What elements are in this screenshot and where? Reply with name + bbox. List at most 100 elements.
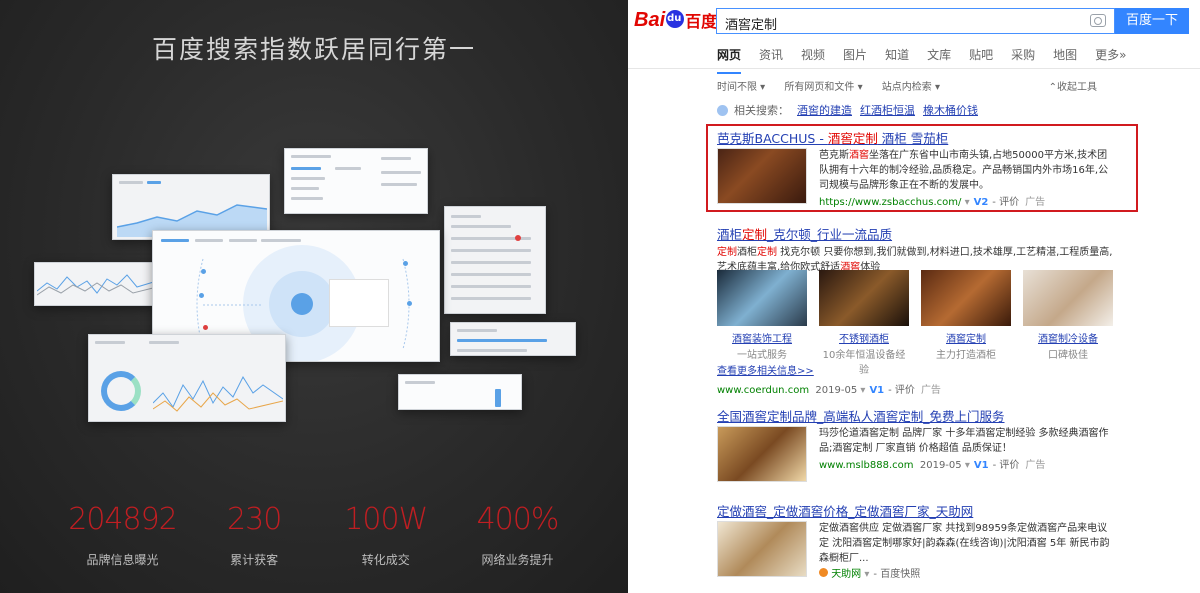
tabs-divider xyxy=(628,68,1200,69)
result-url: www.coerdun.com 2019-05 ▾ V1- 评价 广告 xyxy=(717,385,941,396)
result-snippet: 玛莎伦道酒窖定制 品牌厂家 十多年酒窖定制经验 多款经典酒窖作品;酒窖定制 厂家… xyxy=(819,428,1109,454)
image-sub: 一站式服务 xyxy=(737,350,787,361)
collapse-tools[interactable]: ⌃收起工具 xyxy=(1049,78,1097,93)
image-card[interactable]: 酒窖定制 主力打造酒柜 xyxy=(921,270,1011,361)
search-result: 酒柜定制_克尔顿_行业一流品质 定制酒柜定制 找克尔顿 只要你想到,我们就做到,… xyxy=(717,224,1117,275)
image-sub: 口碑极佳 xyxy=(1048,350,1088,361)
v1-badge: V1 xyxy=(869,385,885,396)
tab-map[interactable]: 地图 xyxy=(1053,46,1077,74)
result-title-link[interactable]: 芭克斯BACCHUS - 酒窖定制 酒柜 雪茄柜 xyxy=(717,128,1117,147)
tab-zhidao[interactable]: 知道 xyxy=(885,46,909,74)
more-info-link[interactable]: 查看更多相关信息>> xyxy=(717,364,1117,379)
result-url: www.mslb888.com 2019-05 ▾ V1- 评价 广告 xyxy=(819,460,1046,471)
tab-web[interactable]: 网页 xyxy=(717,46,742,74)
paw-icon xyxy=(666,10,685,28)
tab-images[interactable]: 图片 xyxy=(843,46,867,74)
result-thumbnail[interactable] xyxy=(717,148,807,204)
image-card[interactable]: 酒窖制冷设备 口碑极佳 xyxy=(1023,270,1113,361)
promo-title: 百度搜索指数跃居同行第一 xyxy=(151,35,476,64)
tab-tieba[interactable]: 贴吧 xyxy=(969,46,993,74)
promo-stats: 204892 品牌信息曝光 230 累计获客 100W 转化成交 400% 网络… xyxy=(60,502,580,568)
dashboard-card-bottom-left xyxy=(88,334,286,422)
tab-video[interactable]: 视频 xyxy=(801,46,825,74)
image-sub: 主力打造酒柜 xyxy=(936,350,996,361)
related-searches: 相关搜索： 酒窖的建造 红酒柜恒温 橡木桶价钱 xyxy=(717,102,978,118)
related-link[interactable]: 橡木桶价钱 xyxy=(923,102,978,118)
image-caption[interactable]: 酒窖定制 xyxy=(921,330,1011,345)
result-title-link[interactable]: 全国酒窖定制品牌_高端私人酒窖定制_免费上门服务 xyxy=(717,406,1117,425)
filter-time[interactable]: 时间不限 ▾ xyxy=(717,82,765,93)
stat-brand-exposure: 204892 品牌信息曝光 xyxy=(60,502,185,568)
tab-caigou[interactable]: 采购 xyxy=(1011,46,1035,74)
result-snippet: 定做酒窖供应 定做酒窖厂家 共找到98959条定做酒窖产品来电议定 沈阳酒窖定制… xyxy=(819,523,1110,564)
image-thumb[interactable] xyxy=(921,270,1011,326)
snapshot-link[interactable]: - 百度快照 xyxy=(873,569,920,580)
baidu-results-panel: Bai 百度 酒窖定制 百度一下 网页 资讯 视频 图片 知道 文库 贴吧 采购 … xyxy=(628,0,1200,593)
tab-wenku[interactable]: 文库 xyxy=(927,46,951,74)
image-caption[interactable]: 酒窖制冷设备 xyxy=(1023,330,1113,345)
image-caption[interactable]: 不锈钢酒柜 xyxy=(819,330,909,345)
search-filters: 时间不限 ▾ 所有网页和文件 ▾ 站点内检索 ▾ ⌃收起工具 xyxy=(717,78,1113,93)
image-thumb[interactable] xyxy=(1023,270,1113,326)
result-thumbnail[interactable] xyxy=(717,521,807,577)
search-query: 酒窖定制 xyxy=(725,18,778,33)
stat-value: 204892 xyxy=(68,502,178,537)
image-thumb[interactable] xyxy=(819,270,909,326)
stat-label: 累计获客 xyxy=(230,553,279,567)
search-result: 全国酒窖定制品牌_高端私人酒窖定制_免费上门服务 玛莎伦道酒窖定制 品牌厂家 十… xyxy=(717,406,1117,482)
result-source: 天助网 ▾ - 百度快照 xyxy=(819,565,920,580)
search-button[interactable]: 百度一下 xyxy=(1115,8,1189,34)
stat-label: 网络业务提升 xyxy=(481,553,554,567)
v2-badge: V2 xyxy=(973,197,989,208)
dashboard-card-left-mid xyxy=(34,262,158,306)
result-thumbnail[interactable] xyxy=(717,426,807,482)
stat-customers: 230 累计获客 xyxy=(192,502,317,568)
stat-value: 400% xyxy=(476,502,560,537)
dashboard-card-top-center xyxy=(284,148,428,214)
dashboard-card-right-small xyxy=(450,322,576,356)
search-result: 定做酒窖_定做酒窖价格_定做酒窖厂家_天助网 定做酒窖供应 定做酒窖厂家 共找到… xyxy=(717,501,1117,580)
result-footer: 查看更多相关信息>> www.coerdun.com 2019-05 ▾ V1- … xyxy=(717,364,1117,396)
result-snippet: 芭克斯酒窖坐落在广东省中山市南头镇,占地50000平方米,技术团队拥有十六年的制… xyxy=(819,150,1109,191)
stat-growth: 400% 网络业务提升 xyxy=(455,502,580,568)
v1-badge: V1 xyxy=(973,460,989,471)
promo-panel: 百度搜索指数跃居同行第一 204892 品牌信息曝光 230 累计获客 100W… xyxy=(0,0,628,593)
image-thumb[interactable] xyxy=(717,270,807,326)
stat-value: 230 xyxy=(227,502,282,537)
stat-conversions: 100W 转化成交 xyxy=(323,502,448,568)
stat-label: 转化成交 xyxy=(361,553,410,567)
source-icon xyxy=(819,568,828,577)
filter-filetype[interactable]: 所有网页和文件 ▾ xyxy=(784,82,862,93)
baidu-logo[interactable]: Bai 百度 xyxy=(634,8,717,32)
rate-link: - 评价 xyxy=(992,197,1020,208)
rate-link: - 评价 xyxy=(888,385,915,396)
search-result: 芭克斯BACCHUS - 酒窖定制 酒柜 雪茄柜 芭克斯酒窖坐落在广东省中山市南… xyxy=(717,128,1117,208)
image-card[interactable]: 不锈钢酒柜 10余年恒温设备经验 xyxy=(819,270,909,376)
logo-cn: 百度 xyxy=(685,12,718,31)
image-card[interactable]: 酒窖装饰工程 一站式服务 xyxy=(717,270,807,361)
result-title-link[interactable]: 定做酒窖_定做酒窖价格_定做酒窖厂家_天助网 xyxy=(717,501,1117,520)
result-title-link[interactable]: 酒柜定制_克尔顿_行业一流品质 xyxy=(717,224,1117,243)
ad-label: 广告 xyxy=(1025,460,1046,471)
dashboard-card-right-top xyxy=(444,206,546,314)
tab-news[interactable]: 资讯 xyxy=(759,46,783,74)
stat-value: 100W xyxy=(344,502,428,537)
search-input[interactable]: 酒窖定制 xyxy=(716,8,1115,34)
camera-icon[interactable] xyxy=(1090,14,1106,27)
related-link[interactable]: 酒窖的建造 xyxy=(797,102,852,118)
related-link[interactable]: 红酒柜恒温 xyxy=(860,102,915,118)
image-caption[interactable]: 酒窖装饰工程 xyxy=(717,330,807,345)
result-url: https://www.zsbacchus.com/ ▾ V2- 评价 广告 xyxy=(819,197,1046,208)
related-label: 相关搜索： xyxy=(734,104,789,117)
stat-label: 品牌信息曝光 xyxy=(86,553,159,567)
search-header: Bai 百度 酒窖定制 百度一下 xyxy=(628,0,1200,40)
ad-label: 广告 xyxy=(920,385,941,396)
related-icon xyxy=(717,104,728,116)
logo-text: Bai xyxy=(634,8,666,31)
search-tabs: 网页 资讯 视频 图片 知道 文库 贴吧 采购 地图 更多» xyxy=(717,46,1144,74)
rate-link: - 评价 xyxy=(992,460,1020,471)
tab-more[interactable]: 更多» xyxy=(1095,46,1126,74)
ad-label: 广告 xyxy=(1025,197,1046,208)
dashboard-card-bottom-right xyxy=(398,374,522,410)
filter-site[interactable]: 站点内检索 ▾ xyxy=(882,82,940,93)
